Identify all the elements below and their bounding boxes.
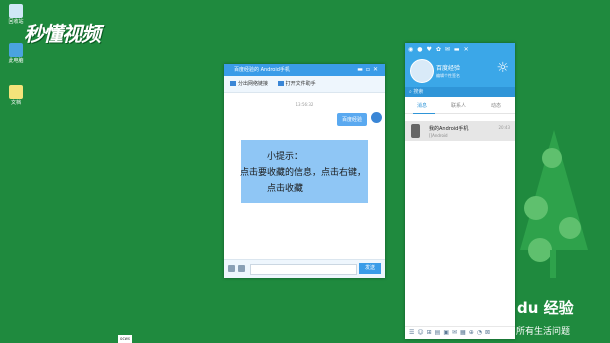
avatar bbox=[371, 112, 382, 123]
taskbar-label[interactable]: ocws bbox=[118, 335, 133, 343]
document-icon bbox=[9, 85, 23, 99]
panel-tabs: 消息 联系人 动态 bbox=[405, 97, 515, 114]
brand-slogan: 所有生活问题 bbox=[516, 327, 571, 337]
contact-name: 我的Android手机 bbox=[429, 126, 469, 132]
tab-feeds[interactable]: 动态 bbox=[491, 102, 501, 109]
video-watermark: 秒懂视频 bbox=[24, 22, 101, 46]
chat-toolbar: 分出网络链接 打开文件助手 bbox=[224, 76, 385, 93]
recycle-bin-icon bbox=[9, 4, 23, 18]
window-controls[interactable]: ▬▫✕ bbox=[357, 64, 381, 76]
search-bar[interactable]: ⌕ 搜索 bbox=[405, 87, 515, 97]
message-input[interactable] bbox=[250, 264, 357, 275]
desktop-icon-label: 此电脑 bbox=[8, 58, 24, 64]
panel-top-icons[interactable]: ◉●♥✿✉▬✕ bbox=[408, 46, 512, 53]
chat-title: 百度经验的 Android手机 bbox=[234, 67, 290, 73]
search-icon: ⌕ bbox=[409, 89, 412, 95]
contact-subtitle: []Android bbox=[429, 133, 448, 138]
folder-icon[interactable] bbox=[228, 265, 235, 272]
message-time: 13:56:32 bbox=[295, 102, 314, 107]
contacts-panel: ◉●♥✿✉▬✕ 百度经验 编辑个性签名 ☼ ⌕ 搜索 消息 联系人 动态 我的A… bbox=[405, 43, 515, 339]
active-tab-indicator bbox=[413, 113, 435, 114]
toolbar-open-file-assistant[interactable]: 打开文件助手 bbox=[277, 81, 316, 87]
avatar[interactable] bbox=[410, 59, 434, 83]
panel-header: ◉●♥✿✉▬✕ 百度经验 编辑个性签名 ☼ bbox=[405, 43, 515, 87]
tip-overlay: 小提示： 点击要收藏的信息，点击右键， 点击收藏 bbox=[240, 140, 368, 203]
contact-time: 20:43 bbox=[498, 125, 510, 130]
panel-bottom-toolbar[interactable]: ☰☺⊞▤▣✉▦⊕◔⊠ bbox=[405, 326, 515, 339]
tip-line-1: 小提示： bbox=[267, 152, 304, 162]
weather-icon[interactable]: ☼ bbox=[496, 61, 509, 75]
link-icon bbox=[230, 81, 236, 86]
list-item[interactable]: 我的Android手机 []Android 20:43 bbox=[405, 121, 515, 141]
folder-icon bbox=[277, 81, 284, 86]
tab-contacts[interactable]: 联系人 bbox=[451, 102, 466, 109]
message-bubble[interactable]: 百度经验 bbox=[336, 113, 367, 126]
tip-line-2: 点击要收藏的信息，点击右键， bbox=[240, 168, 367, 178]
decorative-tree bbox=[520, 130, 588, 278]
desktop-icon-document[interactable]: 文档 bbox=[3, 85, 29, 106]
send-button[interactable]: 发送 bbox=[359, 263, 381, 274]
search-placeholder: 搜索 bbox=[413, 89, 424, 95]
scissors-icon[interactable] bbox=[238, 265, 245, 272]
chat-input-bar: 发送 bbox=[224, 259, 385, 278]
user-name: 百度经验 bbox=[436, 65, 461, 72]
toolbar-share-link[interactable]: 分出网络链接 bbox=[230, 81, 268, 87]
desktop-icon-label: 文档 bbox=[10, 100, 21, 106]
phone-icon bbox=[411, 124, 420, 138]
tab-messages[interactable]: 消息 bbox=[417, 102, 427, 109]
tip-line-3: 点击收藏 bbox=[267, 184, 304, 194]
chat-titlebar[interactable]: 百度经验的 Android手机 ▬▫✕ bbox=[224, 64, 385, 76]
computer-icon bbox=[9, 43, 23, 57]
brand-logo: du 经验 bbox=[517, 299, 574, 317]
signature[interactable]: 编辑个性签名 bbox=[436, 73, 460, 79]
